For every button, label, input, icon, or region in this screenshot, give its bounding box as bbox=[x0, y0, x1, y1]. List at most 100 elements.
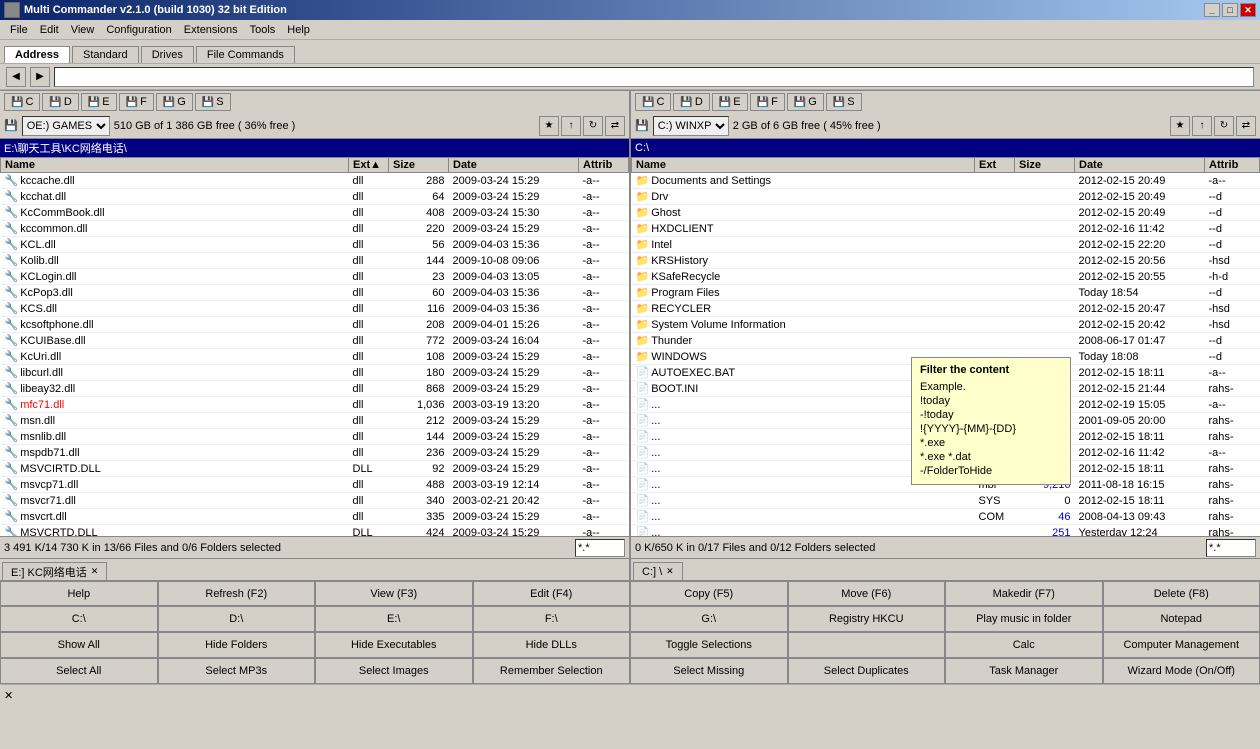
left-drive-d[interactable]: 💾D bbox=[42, 93, 78, 111]
btn-show-all[interactable]: Show All bbox=[0, 632, 158, 658]
btn-select-all[interactable]: Select All bbox=[0, 658, 158, 684]
btn-notepad[interactable]: Notepad bbox=[1103, 606, 1260, 632]
tab-file-commands[interactable]: File Commands bbox=[196, 46, 295, 63]
list-item[interactable]: 🔧mspdb71.dll dll 236 2009-03-24 15:29 -a… bbox=[1, 445, 629, 461]
btn-e-drive[interactable]: E:\ bbox=[315, 606, 473, 632]
right-up-btn[interactable]: ↑ bbox=[1192, 116, 1212, 136]
btn-help[interactable]: Help bbox=[0, 581, 158, 606]
right-drive-c[interactable]: 💾C bbox=[635, 93, 671, 111]
btn-edit[interactable]: Edit (F4) bbox=[473, 581, 631, 606]
left-drive-c[interactable]: 💾C bbox=[4, 93, 40, 111]
menu-file[interactable]: File bbox=[4, 22, 34, 38]
btn-select-mp3s[interactable]: Select MP3s bbox=[158, 658, 316, 684]
list-item[interactable]: 📁Intel 2012-02-15 22:20 --d bbox=[632, 237, 1260, 253]
btn-registry-hkcu[interactable]: Registry HKCU bbox=[788, 606, 946, 632]
list-item[interactable]: 🔧msvcr71.dll dll 340 2003-02-21 20:42 -a… bbox=[1, 493, 629, 509]
btn-select-images[interactable]: Select Images bbox=[315, 658, 473, 684]
right-col-name[interactable]: Name bbox=[632, 158, 975, 173]
btn-task-manager[interactable]: Task Manager bbox=[945, 658, 1103, 684]
list-item[interactable]: 📁Drv 2012-02-15 20:49 --d bbox=[632, 189, 1260, 205]
close-button[interactable]: ✕ bbox=[1240, 3, 1256, 17]
left-fav-btn[interactable]: ★ bbox=[539, 116, 559, 136]
list-item[interactable]: 📁System Volume Information 2012-02-15 20… bbox=[632, 317, 1260, 333]
left-drive-select[interactable]: OE:) GAMES bbox=[22, 116, 110, 136]
btn-hide-dlls[interactable]: Hide DLLs bbox=[473, 632, 631, 658]
btn-hide-folders[interactable]: Hide Folders bbox=[158, 632, 316, 658]
btn-hide-executables[interactable]: Hide Executables bbox=[315, 632, 473, 658]
list-item[interactable]: 📁Program Files Today 18:54 --d bbox=[632, 285, 1260, 301]
menu-tools[interactable]: Tools bbox=[244, 22, 282, 38]
btn-delete[interactable]: Delete (F8) bbox=[1103, 581, 1260, 606]
list-item[interactable]: 🔧msvcp71.dll dll 488 2003-03-19 12:14 -a… bbox=[1, 477, 629, 493]
addr-back-btn[interactable]: ◀ bbox=[6, 67, 26, 87]
list-item[interactable]: 📁Ghost 2012-02-15 20:49 --d bbox=[632, 205, 1260, 221]
right-refresh-btn[interactable]: ↻ bbox=[1214, 116, 1234, 136]
list-item[interactable]: 📁RECYCLER 2012-02-15 20:47 -hsd bbox=[632, 301, 1260, 317]
list-item[interactable]: 📄... 251 Yesterday 12:24 rahs- bbox=[632, 525, 1260, 537]
list-item[interactable]: 📁KSafeRecycle 2012-02-15 20:55 -h-d bbox=[632, 269, 1260, 285]
menu-view[interactable]: View bbox=[65, 22, 101, 38]
btn-computer-management[interactable]: Computer Management bbox=[1103, 632, 1260, 658]
left-col-date[interactable]: Date bbox=[449, 158, 579, 173]
right-fav-btn[interactable]: ★ bbox=[1170, 116, 1190, 136]
btn-select-duplicates[interactable]: Select Duplicates bbox=[788, 658, 946, 684]
list-item[interactable]: 📄... COM 46 2008-04-13 09:43 rahs- bbox=[632, 509, 1260, 525]
btn-copy[interactable]: Copy (F5) bbox=[630, 581, 788, 606]
left-tab-close[interactable]: ✕ bbox=[91, 566, 99, 577]
list-item[interactable]: 🔧KCUIBase.dll dll 772 2009-03-24 16:04 -… bbox=[1, 333, 629, 349]
list-item[interactable]: 🔧KcPop3.dll dll 60 2009-04-03 15:36 -a-- bbox=[1, 285, 629, 301]
list-item[interactable]: 📁KRSHistory 2012-02-15 20:56 -hsd bbox=[632, 253, 1260, 269]
left-swap-btn[interactable]: ⇄ bbox=[605, 116, 625, 136]
minimize-button[interactable]: _ bbox=[1204, 3, 1220, 17]
right-tab-close[interactable]: ✕ bbox=[666, 566, 674, 577]
btn-toggle-selections[interactable]: Toggle Selections bbox=[630, 632, 788, 658]
list-item[interactable]: 🔧kcsoftphone.dll dll 208 2009-04-01 15:2… bbox=[1, 317, 629, 333]
right-col-attrib[interactable]: Attrib bbox=[1205, 158, 1260, 173]
maximize-button[interactable]: □ bbox=[1222, 3, 1238, 17]
left-col-attrib[interactable]: Attrib bbox=[579, 158, 629, 173]
list-item[interactable]: 📁Documents and Settings 2012-02-15 20:49… bbox=[632, 173, 1260, 189]
list-item[interactable]: 🔧KcCommBook.dll dll 408 2009-03-24 15:30… bbox=[1, 205, 629, 221]
btn-c-drive[interactable]: C:\ bbox=[0, 606, 158, 632]
list-item[interactable]: 🔧mfc71.dll dll 1,036 2003-03-19 13:20 -a… bbox=[1, 397, 629, 413]
list-item[interactable]: 🔧kcchat.dll dll 64 2009-03-24 15:29 -a-- bbox=[1, 189, 629, 205]
menu-edit[interactable]: Edit bbox=[34, 22, 65, 38]
left-file-scroll[interactable]: Name Ext▲ Size Date Attrib 🔧kccache.dll … bbox=[0, 157, 629, 536]
list-item[interactable]: 🔧KCS.dll dll 116 2009-04-03 15:36 -a-- bbox=[1, 301, 629, 317]
btn-view[interactable]: View (F3) bbox=[315, 581, 473, 606]
btn-select-missing[interactable]: Select Missing bbox=[630, 658, 788, 684]
list-item[interactable]: 📄... SYS 0 2012-02-15 18:11 rahs- bbox=[632, 493, 1260, 509]
right-drive-f[interactable]: 💾F bbox=[750, 93, 785, 111]
menu-configuration[interactable]: Configuration bbox=[100, 22, 177, 38]
right-tab[interactable]: C:] \ ✕ bbox=[633, 562, 683, 580]
btn-d-drive[interactable]: D:\ bbox=[158, 606, 316, 632]
left-col-size[interactable]: Size bbox=[389, 158, 449, 173]
left-drive-s[interactable]: 💾S bbox=[195, 93, 231, 111]
left-filter-input[interactable] bbox=[575, 539, 625, 557]
tab-address[interactable]: Address bbox=[4, 46, 70, 63]
list-item[interactable]: 🔧KcUri.dll dll 108 2009-03-24 15:29 -a-- bbox=[1, 349, 629, 365]
right-col-ext[interactable]: Ext bbox=[975, 158, 1015, 173]
left-tab[interactable]: E:] KC网络电话 ✕ bbox=[2, 562, 107, 580]
right-drive-e[interactable]: 💾E bbox=[712, 93, 748, 111]
left-drive-g[interactable]: 💾G bbox=[156, 93, 193, 111]
right-filter-input[interactable] bbox=[1206, 539, 1256, 557]
right-drive-select[interactable]: C:) WINXP bbox=[653, 116, 729, 136]
list-item[interactable]: 🔧libeay32.dll dll 868 2009-03-24 15:29 -… bbox=[1, 381, 629, 397]
addr-forward-btn[interactable]: ▶ bbox=[30, 67, 50, 87]
list-item[interactable]: 🔧Kolib.dll dll 144 2009-10-08 09:06 -a-- bbox=[1, 253, 629, 269]
tab-standard[interactable]: Standard bbox=[72, 46, 139, 63]
left-col-name[interactable]: Name bbox=[1, 158, 349, 173]
right-swap-btn[interactable]: ⇄ bbox=[1236, 116, 1256, 136]
list-item[interactable]: 🔧msvcrt.dll dll 335 2009-03-24 15:29 -a-… bbox=[1, 509, 629, 525]
btn-refresh[interactable]: Refresh (F2) bbox=[158, 581, 316, 606]
right-col-date[interactable]: Date bbox=[1075, 158, 1205, 173]
list-item[interactable]: 🔧KCL.dll dll 56 2009-04-03 15:36 -a-- bbox=[1, 237, 629, 253]
btn-play-music[interactable]: Play music in folder bbox=[945, 606, 1103, 632]
btn-f-drive[interactable]: F:\ bbox=[473, 606, 631, 632]
right-drive-s[interactable]: 💾S bbox=[826, 93, 862, 111]
btn-makedir[interactable]: Makedir (F7) bbox=[945, 581, 1103, 606]
list-item[interactable]: 📁HXDCLIENT 2012-02-16 11:42 --d bbox=[632, 221, 1260, 237]
btn-calc[interactable]: Calc bbox=[945, 632, 1103, 658]
list-item[interactable]: 🔧kccache.dll dll 288 2009-03-24 15:29 -a… bbox=[1, 173, 629, 189]
